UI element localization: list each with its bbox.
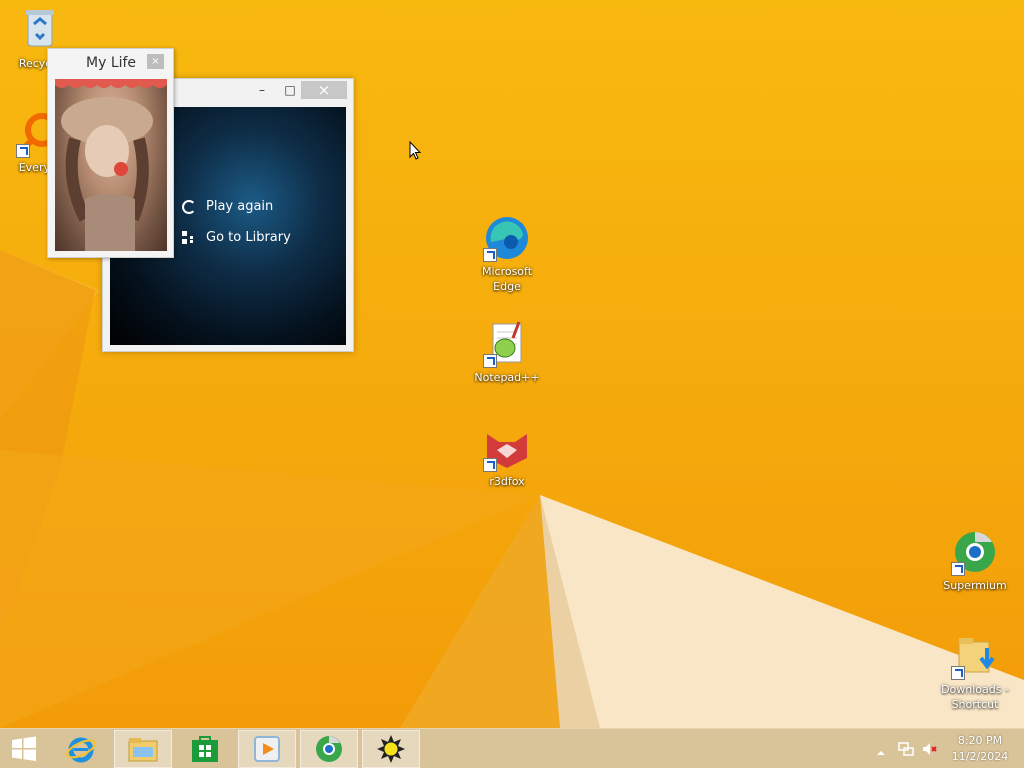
network-icon[interactable] (898, 741, 914, 757)
r3dfox-icon (483, 424, 531, 472)
go-to-library-action[interactable]: Go to Library (182, 230, 291, 245)
replay-icon (182, 199, 196, 214)
close-button[interactable]: × (301, 81, 347, 99)
shortcut-arrow-icon (951, 666, 965, 680)
clock-date: 11/2/2024 (951, 750, 1009, 763)
shortcut-arrow-icon (483, 458, 497, 472)
minimize-button[interactable]: – (249, 81, 275, 99)
system-clock[interactable]: 8:20 PM 11/2/2024 (940, 733, 1020, 765)
start-button[interactable] (0, 730, 48, 768)
notepad-plus-plus-icon (483, 320, 531, 368)
internet-explorer-icon (66, 737, 96, 763)
taskbar: 8:20 PM 11/2/2024 (0, 728, 1024, 768)
my-life-widget[interactable]: My Life × (47, 48, 174, 258)
desktop-icon-r3dfox[interactable]: r3dfox (467, 424, 547, 489)
supermium-icon (951, 528, 999, 576)
shortcut-arrow-icon (951, 562, 965, 576)
microsoft-edge-icon (483, 214, 531, 262)
play-again-label: Play again (206, 199, 274, 214)
windows-logo-icon (12, 736, 36, 761)
shortcut-arrow-icon (16, 144, 30, 158)
widget-close-button[interactable]: × (147, 54, 164, 69)
mouse-cursor-icon (409, 141, 422, 160)
desktop-icon-label: r3dfox (489, 475, 525, 488)
taskbar-file-explorer[interactable] (114, 730, 172, 768)
shortcut-arrow-icon (483, 354, 497, 368)
taskbar-store[interactable] (176, 730, 234, 768)
taskbar-media-player[interactable] (238, 730, 296, 768)
store-icon (192, 736, 218, 762)
taskbar-internet-explorer[interactable] (52, 730, 110, 768)
taskbar-sun-app[interactable] (362, 730, 420, 768)
recycle-bin-icon (16, 6, 64, 54)
sun-icon (377, 735, 405, 763)
volume-muted-icon[interactable] (922, 741, 938, 757)
taskbar-supermium[interactable] (300, 730, 358, 768)
desktop-icon-label: Microsoft Edge (481, 265, 533, 293)
desktop-icon-microsoft-edge[interactable]: Microsoft Edge (467, 214, 547, 294)
desktop-icon-downloads-shortcut[interactable]: Downloads - Shortcut (935, 632, 1015, 712)
media-player-icon (254, 736, 280, 762)
desktop-icon-label: Notepad++ (474, 371, 540, 384)
maximize-button[interactable]: □ (277, 81, 303, 99)
show-hidden-icons-chevron-icon[interactable] (876, 743, 892, 759)
desktop-icon-label: Supermium (943, 579, 1007, 592)
widget-title: My Life (86, 55, 137, 71)
downloads-folder-icon (951, 632, 999, 680)
widget-photo (55, 79, 167, 251)
file-explorer-icon (128, 738, 158, 762)
desktop-icon-label: Downloads - Shortcut (941, 683, 1009, 711)
clock-time: 8:20 PM (957, 734, 1003, 747)
play-again-action[interactable]: Play again (182, 199, 273, 214)
shortcut-arrow-icon (483, 248, 497, 262)
supermium-icon (316, 736, 342, 762)
desktop-icon-supermium[interactable]: Supermium (935, 528, 1015, 593)
go-to-library-label: Go to Library (206, 230, 291, 245)
library-icon (182, 230, 196, 245)
desktop-icon-notepad-plus-plus[interactable]: Notepad++ (467, 320, 547, 385)
